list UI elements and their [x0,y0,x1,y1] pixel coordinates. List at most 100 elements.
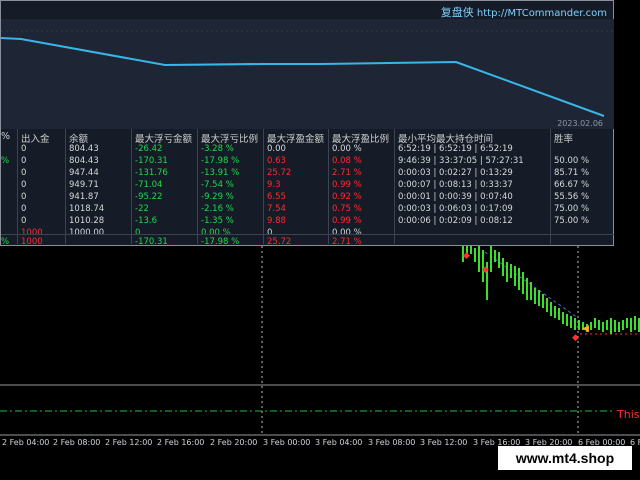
cell-hold: 9:46:39 | 33:37:05 | 57:27:31 [398,156,524,166]
cell-mflp: -13.91 % [201,168,240,178]
cell-win: 75.00 % [554,204,590,214]
cell-balance: 941.87 [69,192,99,202]
cell-mflp: -9.29 % [201,192,234,202]
cell-mfl: -26.42 [135,144,163,154]
cell-mfl: -71.04 [135,180,163,190]
cell-mfpp: 0.75 % [332,204,362,214]
cell-mfpp: 0.08 % [332,156,362,166]
x-tick-label: 2 Feb 16:00 [157,438,205,447]
cell-mfp: 0.00 [267,144,286,154]
cell-mfl: -22 [135,204,149,214]
cell-hold: 6:52:19 | 6:52:19 | 6:52:19 [398,144,513,154]
equity-curve-line [1,37,605,117]
x-tick-label: 3 Feb 08:00 [368,438,416,447]
trade-arrow-icon: ◆ [463,251,470,261]
backtest-stats-panel: 复盘侠 http://MTCommander.com 2023.02.06 % … [0,0,614,247]
cell-hold: 0:00:06 | 0:02:09 | 0:08:12 [398,216,513,226]
col-header-pct: % [1,131,11,142]
brand-url[interactable]: http://MTCommander.com [477,8,607,19]
cell-balance: 1000.00 [69,228,105,238]
cell-mflp: -2.16 % [201,204,234,214]
column-divider [394,129,395,244]
column-divider [17,129,18,244]
cell-hold: 0:00:03 | 0:06:03 | 0:17:09 [398,204,513,214]
cell-mfpp: 0.99 % [332,180,362,190]
cell-mfl: -170.31 [135,156,168,166]
trade-arrow-icon: ◆ [572,333,579,343]
cell-balance: 1018.74 [69,204,105,214]
cell-inout: 0 [21,180,27,190]
column-divider [197,129,198,244]
cell-mflp: -7.54 % [201,180,234,190]
cell-win: 85.71 % [554,168,590,178]
col-header-hold-time: 最小平均最大持仓时间 [398,134,494,145]
column-divider [263,129,264,244]
cell-mflp: -1.35 % [201,216,234,226]
cell-balance: 804.43 [69,144,99,154]
cell-balance: 804.43 [69,156,99,166]
cell-mfp: 25.72 [267,168,292,178]
brand-header[interactable]: 复盘侠 http://MTCommander.com [441,4,607,20]
cell-win: 75.00 % [554,216,590,226]
cell-win: 66.67 % [554,180,590,190]
cell-hold: 0:00:01 | 0:00:39 | 0:07:40 [398,192,513,202]
cell-mflp: -17.98 % [201,156,240,166]
cell-mflp: -17.98 % [201,237,240,247]
cell-prefix: % [1,156,10,166]
x-tick-label: 2 Feb 08:00 [53,438,101,447]
column-divider [550,129,551,244]
x-tick-label: 2 Feb 20:00 [210,438,258,447]
cell-mfp: 25.72 [267,237,292,247]
cell-mfp: 9.3 [267,180,281,190]
trade-arrow-icon: ◆ [482,265,489,275]
x-tick-label: 3 Feb 04:00 [315,438,363,447]
equity-curve-panel [1,19,614,129]
x-tick-label: 3 Feb 12:00 [420,438,468,447]
cell-prefix: % [1,237,10,247]
cell-inout: 0 [21,144,27,154]
brand-name: 复盘侠 [440,6,474,19]
watermark-banner: www.mt4.shop [498,446,632,470]
total-row-divider [1,234,614,235]
cell-mfpp: 2.71 % [332,168,362,178]
cell-hold: 0:00:03 | 0:02:27 | 0:13:29 [398,168,513,178]
equity-date-label: 2023.02.06 [557,119,603,128]
this-level-label: This [617,408,640,421]
cell-inout: 0 [21,204,27,214]
col-header-winrate: 胜率 [554,134,574,145]
cell-balance: 949.71 [69,180,99,190]
cell-mfl: -131.76 [135,168,168,178]
cell-mfp: 6.55 [267,192,286,202]
cell-mfpp: 0.92 % [332,192,362,202]
column-divider [131,129,132,244]
cell-inout: 1000 [21,237,43,247]
cell-inout: 0 [21,216,27,226]
column-divider [65,129,66,244]
cell-balance: 947.44 [69,168,99,178]
cell-mfl: -13.6 [135,216,157,226]
cell-mfpp: 2.71 % [332,237,362,247]
cell-balance: 1010.28 [69,216,105,226]
cell-win: 50.00 % [554,156,590,166]
col-header-max-float-loss: 最大浮亏金额 [135,134,193,145]
cell-mfl: -95.22 [135,192,163,202]
cell-inout: 0 [21,156,27,166]
cell-mfp: 7.54 [267,204,286,214]
cell-mfpp: 0.99 % [332,216,362,226]
cell-mfl: -170.31 [135,237,168,247]
x-tick-label: 2 Feb 12:00 [105,438,153,447]
column-divider [328,129,329,244]
trade-arrow-icon: ◀ [582,324,589,334]
col-header-max-float-profit: 最大浮盈金额 [267,134,325,145]
x-tick-label: 3 Feb 00:00 [263,438,311,447]
col-header-inout: 出入金 [21,134,50,145]
col-header-balance: 余额 [69,134,89,145]
cell-mflp: -3.28 % [201,144,234,154]
cell-mfpp: 0.00 % [332,144,362,154]
col-header-max-float-profit-pct: 最大浮盈比例 [332,134,390,145]
col-header-max-float-loss-pct: 最大浮亏比例 [201,134,259,145]
cell-mfp: 9.88 [267,216,286,226]
candle-series [462,246,640,334]
cell-mfp: 0.63 [267,156,286,166]
cell-inout: 0 [21,192,27,202]
